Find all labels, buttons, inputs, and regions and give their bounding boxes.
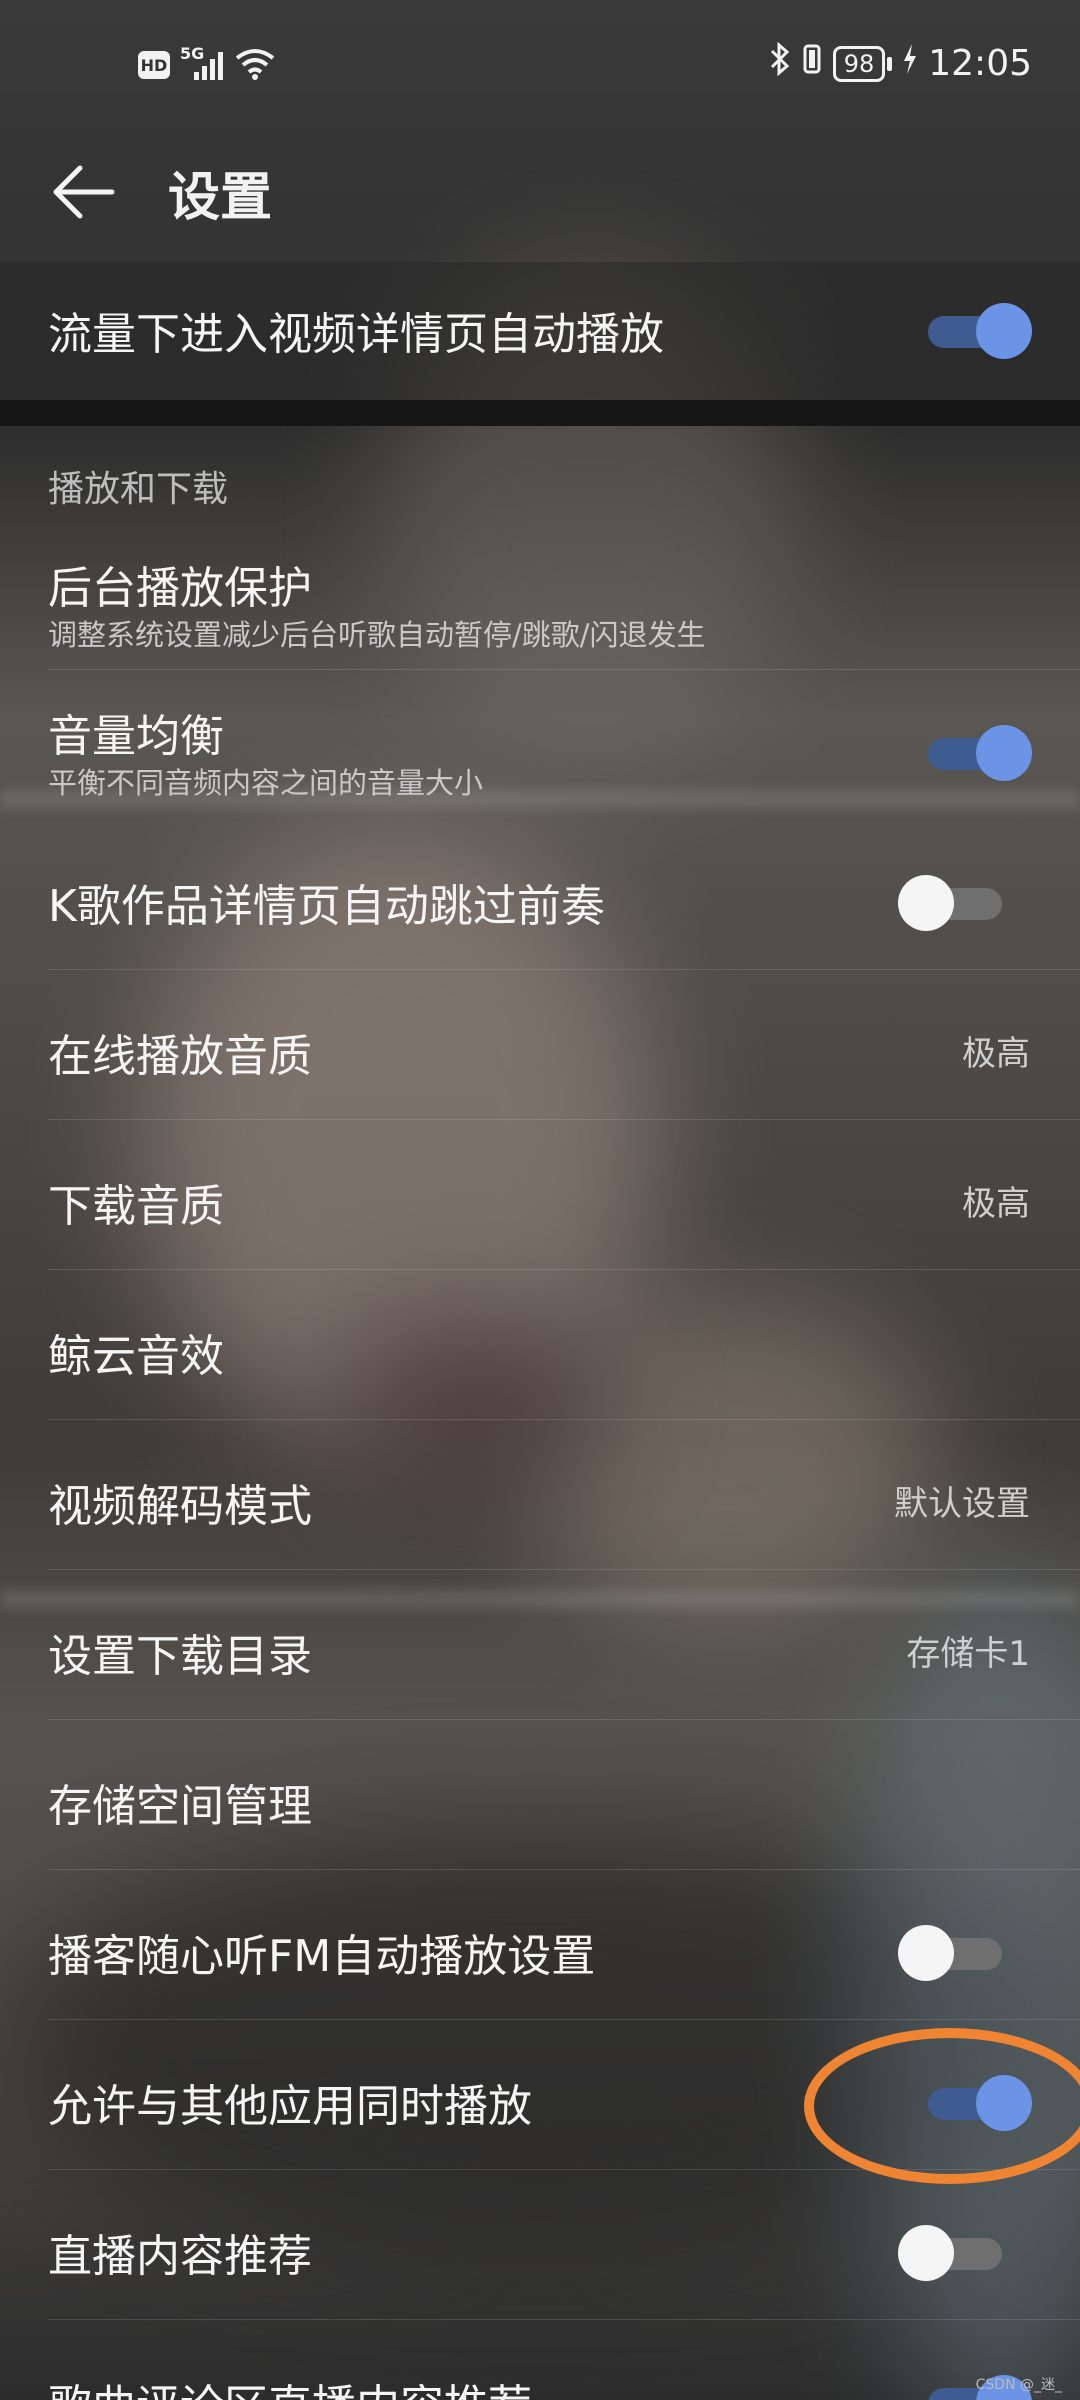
row-storage-management[interactable]: 存储空间管理 [0, 1720, 1080, 1870]
highlight-circle-annotation [804, 2028, 1080, 2184]
wifi-icon [234, 46, 276, 84]
status-bar: HD 5G 98 12:05 [0, 0, 1080, 130]
vibrate-battery-icon [801, 42, 823, 85]
signal-icon: 5G [180, 44, 224, 82]
row-cellular-video-autoplay[interactable]: 流量下进入视频详情页自动播放 [0, 262, 1080, 400]
row-karaoke-skip-intro[interactable]: K歌作品详情页自动跳过前奏 [0, 820, 1080, 970]
page-title: 设置 [168, 168, 273, 228]
autoplay-toggle[interactable] [928, 303, 1032, 359]
row-comment-live-recommend[interactable]: 歌曲评论区直播内容推荐 [0, 2320, 1080, 2400]
row-label: 播客随心听FM自动播放设置 [48, 1931, 596, 1982]
row-label: 存储空间管理 [48, 1781, 312, 1832]
app-header: 设置 [0, 130, 1080, 250]
section-separator [0, 400, 1080, 426]
row-label: 后台播放保护 [48, 563, 312, 614]
row-value: 默认设置 [894, 1484, 1030, 1524]
row-volume-balance[interactable]: 音量均衡 平衡不同音频内容之间的音量大小 [0, 670, 1080, 810]
row-background-play-protection[interactable]: 后台播放保护 调整系统设置减少后台听歌自动暂停/跳歌/闪退发生 [0, 530, 1080, 670]
skip-intro-toggle[interactable] [898, 875, 1002, 931]
row-value: 极高 [962, 1034, 1030, 1074]
charging-icon [902, 42, 918, 85]
row-live-recommend[interactable]: 直播内容推荐 [0, 2170, 1080, 2320]
row-download-quality[interactable]: 下载音质 极高 [0, 1120, 1080, 1270]
hd-badge: HD [138, 51, 170, 79]
row-label: 设置下载目录 [48, 1631, 312, 1682]
row-download-directory[interactable]: 设置下载目录 存储卡1 [0, 1570, 1080, 1720]
row-label: 流量下进入视频详情页自动播放 [48, 309, 664, 360]
row-online-quality[interactable]: 在线播放音质 极高 [0, 970, 1080, 1120]
row-value: 存储卡1 [906, 1634, 1030, 1674]
row-podcast-fm-autoplay[interactable]: 播客随心听FM自动播放设置 [0, 1870, 1080, 2020]
battery-icon: 98 [832, 45, 893, 82]
row-value: 极高 [962, 1184, 1030, 1224]
row-label: 下载音质 [48, 1181, 224, 1232]
row-label: 允许与其他应用同时播放 [48, 2081, 532, 2132]
row-video-decode-mode[interactable]: 视频解码模式 默认设置 [0, 1420, 1080, 1570]
row-label: 鲸云音效 [48, 1331, 224, 1382]
watermark: CSDN @_迷_ [975, 2377, 1062, 2393]
live-recommend-toggle[interactable] [898, 2225, 1002, 2281]
row-label: 音量均衡 [48, 711, 224, 762]
row-subtitle: 平衡不同音频内容之间的音量大小 [48, 766, 484, 800]
row-label: K歌作品详情页自动跳过前奏 [48, 881, 605, 932]
volume-balance-toggle[interactable] [928, 725, 1032, 781]
back-arrow-icon[interactable] [52, 160, 116, 224]
bluetooth-icon [769, 41, 791, 85]
row-subtitle: 调整系统设置减少后台听歌自动暂停/跳歌/闪退发生 [48, 618, 706, 652]
row-label: 视频解码模式 [48, 1481, 312, 1532]
row-label: 在线播放音质 [48, 1031, 312, 1082]
section-title: 播放和下载 [48, 469, 229, 510]
row-sound-effects[interactable]: 鲸云音效 [0, 1270, 1080, 1420]
clock: 12:05 [928, 43, 1032, 84]
row-label: 直播内容推荐 [48, 2231, 312, 2282]
podcast-fm-toggle[interactable] [898, 1925, 1002, 1981]
row-label: 歌曲评论区直播内容推荐 [48, 2370, 532, 2400]
